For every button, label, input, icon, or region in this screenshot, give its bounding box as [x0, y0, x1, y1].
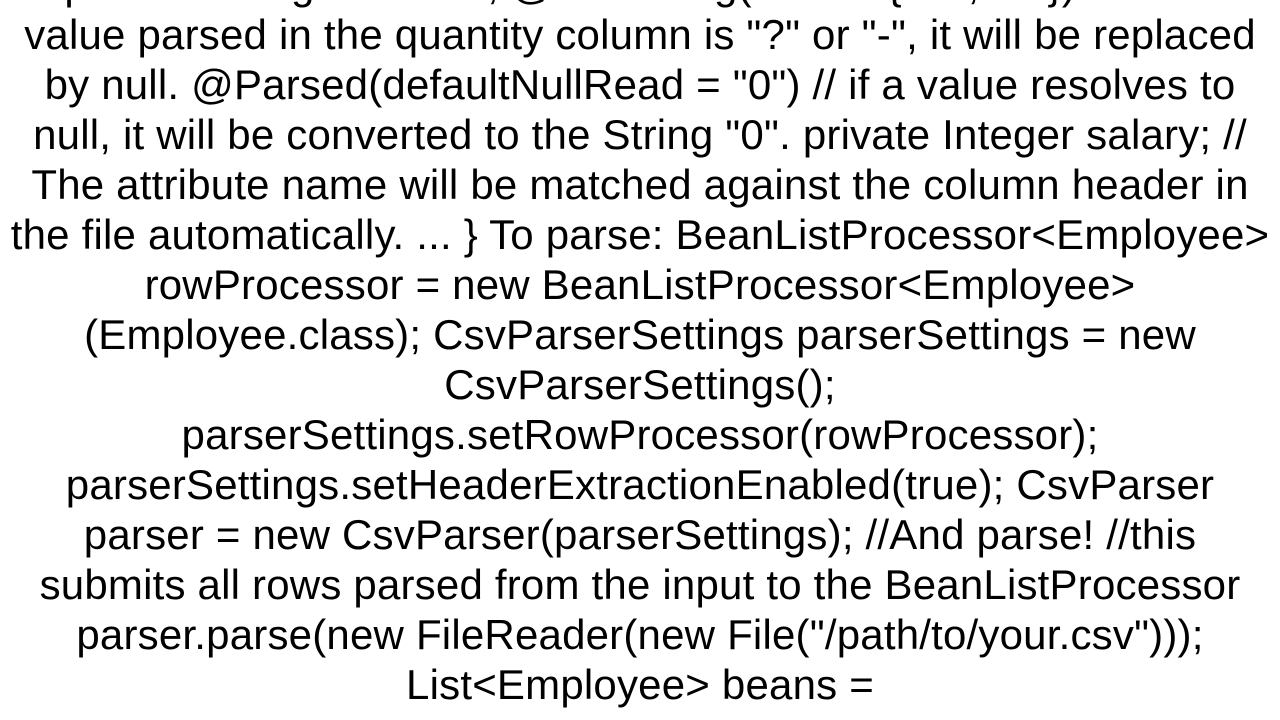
code-text-content: private String textField; @NullString(nu… [11, 0, 1270, 708]
code-text-block: private String textField; @NullString(nu… [0, 0, 1280, 710]
